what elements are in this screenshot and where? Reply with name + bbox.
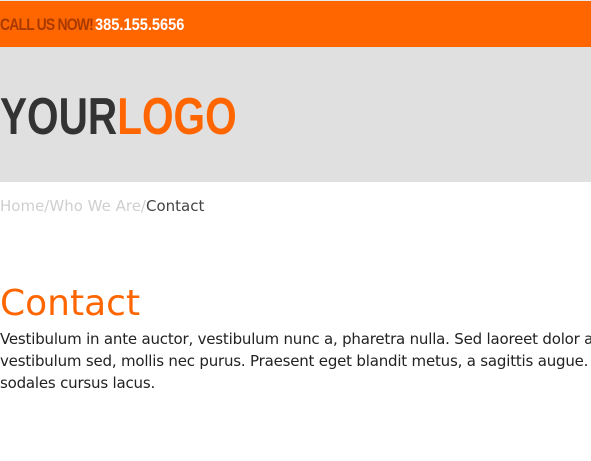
phone-number-link[interactable]: 385.155.5656 <box>95 15 184 35</box>
body-line: Vestibulum in ante auctor, vestibulum nu… <box>0 330 591 348</box>
logo-text-logo: LOGO <box>117 88 237 146</box>
body-line: sodales cursus lacus. <box>0 374 156 392</box>
breadcrumb-link-home[interactable]: Home <box>0 197 44 215</box>
call-us-label: CALL US NOW! <box>0 15 94 34</box>
site-header: YOURLOGO <box>0 47 591 182</box>
page-title: Contact <box>0 283 141 324</box>
top-contact-bar: CALL US NOW! 385.155.5656 <box>0 0 591 47</box>
page-body-text: Vestibulum in ante auctor, vestibulum nu… <box>0 328 591 394</box>
breadcrumb-current: Contact <box>145 197 205 215</box>
body-line: vestibulum sed, mollis nec purus. Praese… <box>0 352 589 370</box>
breadcrumb: Home/Who We Are/Contact <box>0 196 204 216</box>
logo-text-your: YOUR <box>0 88 118 146</box>
site-logo[interactable]: YOURLOGO <box>0 87 237 147</box>
breadcrumb-link-who-we-are[interactable]: Who We Are <box>49 197 141 215</box>
